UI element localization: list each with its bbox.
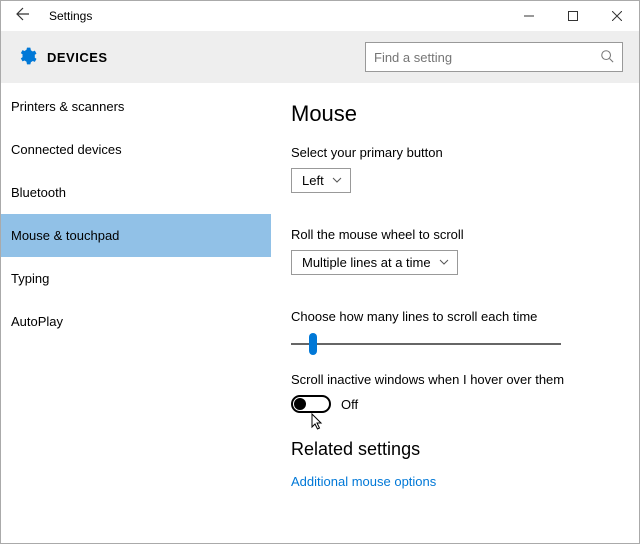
hover-scroll-label: Scroll inactive windows when I hover ove… [291, 372, 619, 387]
close-button[interactable] [595, 1, 639, 31]
maximize-icon [568, 11, 578, 21]
search-input[interactable] [374, 50, 600, 65]
sidebar-item-typing[interactable]: Typing [1, 257, 271, 300]
chevron-down-icon [332, 175, 342, 186]
search-box[interactable] [365, 42, 623, 72]
hover-scroll-state: Off [341, 397, 358, 412]
maximize-button[interactable] [551, 1, 595, 31]
page-title: Mouse [291, 101, 619, 127]
lines-slider-label: Choose how many lines to scroll each tim… [291, 309, 619, 324]
section-title: DEVICES [47, 50, 108, 65]
window-controls [507, 1, 639, 31]
search-icon [600, 49, 614, 66]
back-arrow-icon [15, 6, 31, 22]
scroll-mode-label: Roll the mouse wheel to scroll [291, 227, 619, 242]
sidebar-item-mouse-touchpad[interactable]: Mouse & touchpad [1, 214, 271, 257]
window-title: Settings [43, 9, 507, 23]
related-settings: Related settings Additional mouse option… [291, 439, 619, 489]
hover-scroll-toggle[interactable] [291, 395, 331, 413]
back-button[interactable] [15, 6, 43, 27]
primary-button-dropdown[interactable]: Left [291, 168, 351, 193]
titlebar: Settings [1, 1, 639, 31]
slider-thumb[interactable] [309, 333, 317, 355]
close-icon [612, 11, 622, 21]
gear-icon [17, 46, 37, 69]
content: Mouse Select your primary button Left Ro… [271, 83, 639, 543]
related-heading: Related settings [291, 439, 619, 460]
sidebar-item-bluetooth[interactable]: Bluetooth [1, 171, 271, 214]
minimize-icon [524, 11, 534, 21]
body: Printers & scanners Connected devices Bl… [1, 83, 639, 543]
sidebar-item-autoplay[interactable]: AutoPlay [1, 300, 271, 343]
header: DEVICES [1, 31, 639, 83]
lines-slider[interactable] [291, 332, 561, 356]
primary-button-label: Select your primary button [291, 145, 619, 160]
scroll-mode-value: Multiple lines at a time [302, 255, 431, 270]
sidebar-item-printers[interactable]: Printers & scanners [1, 85, 271, 128]
chevron-down-icon [439, 257, 449, 268]
scroll-mode-dropdown[interactable]: Multiple lines at a time [291, 250, 458, 275]
minimize-button[interactable] [507, 1, 551, 31]
cursor-icon [311, 413, 325, 434]
additional-mouse-options-link[interactable]: Additional mouse options [291, 474, 619, 489]
toggle-knob [294, 398, 306, 410]
sidebar-item-connected-devices[interactable]: Connected devices [1, 128, 271, 171]
slider-track [291, 343, 561, 345]
primary-button-value: Left [302, 173, 324, 188]
sidebar: Printers & scanners Connected devices Bl… [1, 83, 271, 543]
